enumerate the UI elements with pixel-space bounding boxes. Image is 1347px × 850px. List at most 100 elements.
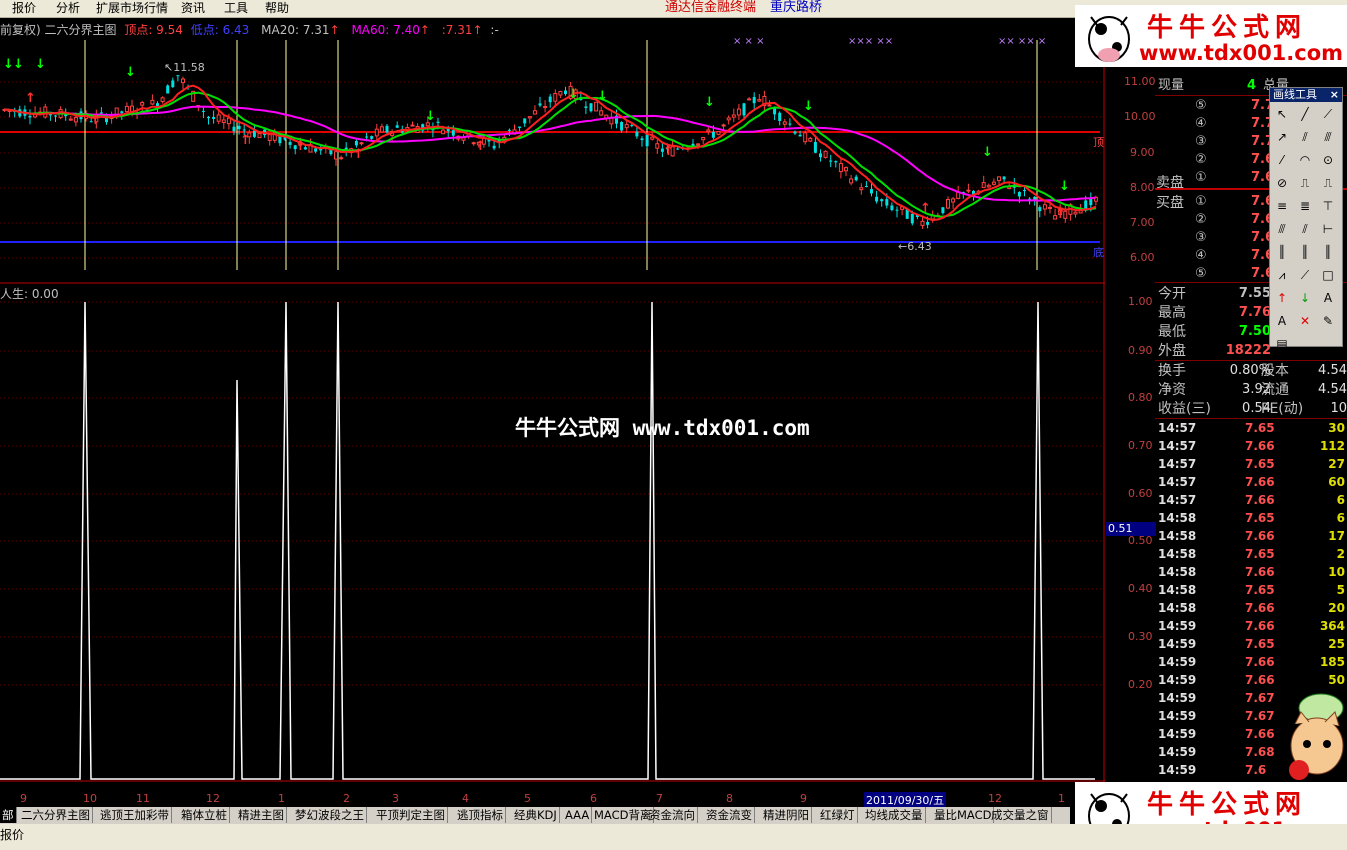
- menu-help[interactable]: 帮助: [265, 1, 289, 15]
- indicator-tab[interactable]: 梦幻波段之王: [293, 807, 367, 823]
- logo-url: www.tdx001.com: [1139, 41, 1344, 65]
- chart-title: 前复权) 二六分界主图: [0, 23, 117, 37]
- indicator-tab[interactable]: 平顶判定主图: [374, 807, 448, 823]
- stat-label: 最高: [1158, 305, 1186, 321]
- trend-tool-icon[interactable]: ⁄: [1274, 152, 1290, 168]
- fib-tool-icon[interactable]: ≡: [1274, 198, 1290, 214]
- note-tool-icon[interactable]: ✎: [1320, 313, 1336, 329]
- circle-tool-icon[interactable]: ⊙: [1320, 152, 1336, 168]
- down-arrow-tool-icon[interactable]: ↓: [1297, 290, 1313, 306]
- indicator-tab[interactable]: 成交量之窗: [989, 807, 1052, 823]
- period-tool-icon[interactable]: ║: [1274, 244, 1290, 260]
- indicator-tabs: 部二六分界主图 逃顶王加彩带 箱体立桩 精进主图 梦幻波段之王 平顶判定主图 逃顶指标 经典K…: [0, 807, 1070, 824]
- candle-body: [736, 108, 741, 116]
- candle-body: [150, 99, 155, 105]
- rect-tool-icon[interactable]: □: [1320, 267, 1336, 283]
- indicator-tab[interactable]: 二六分界主图: [19, 807, 93, 823]
- parallel-tool-icon[interactable]: ⫽: [1297, 129, 1313, 145]
- buy-level-index: ⑤: [1195, 266, 1207, 281]
- angle-tool-icon[interactable]: ⟋: [1297, 267, 1313, 283]
- tick-time: 14:58: [1158, 529, 1197, 543]
- channel-tool-icon[interactable]: ⫻: [1320, 129, 1336, 145]
- gap-tool-icon[interactable]: ⎍: [1297, 175, 1313, 191]
- indicator-tab[interactable]: 箱体立桩: [179, 807, 230, 823]
- list-tool-icon[interactable]: ▤: [1274, 336, 1290, 352]
- candle-body: [721, 124, 726, 127]
- ray-tool-icon[interactable]: ↗: [1274, 129, 1290, 145]
- indicator-tab[interactable]: 精进阴阳: [761, 807, 812, 823]
- menu-quote[interactable]: 报价: [12, 1, 36, 15]
- sell-label: 卖盘: [1156, 175, 1184, 191]
- candle-body: [221, 119, 226, 124]
- indicator-tab[interactable]: 部: [0, 807, 17, 823]
- indicator-tab[interactable]: 资金流向: [647, 807, 698, 823]
- period-c-tool-icon[interactable]: ║: [1320, 244, 1336, 260]
- fib-b-tool-icon[interactable]: ≣: [1297, 198, 1313, 214]
- toolbox-close-button[interactable]: ×: [1330, 88, 1339, 102]
- candle-body: [120, 111, 124, 114]
- indicator-tab[interactable]: 量比MACD: [932, 807, 995, 823]
- candle-body: [379, 126, 384, 133]
- line-tool-icon[interactable]: ╱: [1297, 106, 1313, 122]
- up-arrow-icon: ↑: [663, 144, 674, 159]
- level-tool-icon[interactable]: ⊤: [1320, 198, 1336, 214]
- tick-time: 14:57: [1158, 421, 1197, 435]
- range-tool-icon[interactable]: ⊢: [1320, 221, 1336, 237]
- candle-body: [875, 196, 879, 202]
- text-b-tool-icon[interactable]: A: [1274, 313, 1290, 329]
- gap-a-tool-icon[interactable]: ⎍: [1320, 175, 1336, 191]
- candle-body: [706, 129, 711, 132]
- indicator-tab[interactable]: 精进主图: [236, 807, 287, 823]
- cursor-tool-icon[interactable]: ↖: [1274, 106, 1290, 122]
- ma20-label: MA20: 7.31: [261, 23, 330, 37]
- indicator-tab[interactable]: 红绿灯: [818, 807, 858, 823]
- candle-body: [849, 178, 854, 184]
- up-arrow-icon: ↑: [90, 113, 101, 128]
- delete-tool-icon[interactable]: ✕: [1297, 313, 1313, 329]
- candle-body: [645, 134, 649, 147]
- cursor-value: 0.51: [1106, 522, 1156, 536]
- menu-analysis[interactable]: 分析: [56, 1, 80, 15]
- menu-extended-market[interactable]: 扩展市场行情: [96, 1, 168, 15]
- menu-tools[interactable]: 工具: [224, 1, 248, 15]
- indicator-tab[interactable]: 逃顶指标: [455, 807, 506, 823]
- status-quote-label[interactable]: 报价: [0, 826, 24, 843]
- indicator-tab[interactable]: 经典KDJ: [512, 807, 560, 823]
- up-arrow-icon: ↑: [920, 201, 931, 216]
- indicator-tab[interactable]: 均线成交量: [863, 807, 926, 823]
- candle-body: [461, 137, 466, 141]
- tick-volume: 20: [1328, 601, 1345, 615]
- stat-label: 换手: [1158, 363, 1186, 379]
- period-b-tool-icon[interactable]: ║: [1297, 244, 1313, 260]
- tick-row: 14:57 7.65 30: [1155, 419, 1347, 437]
- candle-body: [951, 198, 956, 203]
- indicator-tab[interactable]: 资金流变: [704, 807, 755, 823]
- candle-body: [910, 213, 914, 224]
- tick-volume: 5: [1336, 583, 1345, 597]
- cycle-tool-icon[interactable]: ⊘: [1274, 175, 1290, 191]
- up-arrow-tool-icon[interactable]: ↑: [1274, 290, 1290, 306]
- speed-tool-icon[interactable]: ⫽: [1297, 221, 1313, 237]
- drawing-toolbox[interactable]: 画线工具 × ↖ ╱ ⟋ ↗ ⫽ ⫻ ⁄ ◠ ⊙ ⊘ ⎍ ⎍ ≡ ≣ ⊤ ⫻ ⫽ ⊢ ║ ║ ║ ⩘ ⟋ □ ↑ ↓ A A ✕ ✎ ▤: [1269, 87, 1343, 351]
- text-tool-icon[interactable]: A: [1320, 290, 1336, 306]
- top-point-label: 顶点: 9.54: [124, 23, 183, 37]
- candle-body: [314, 148, 318, 152]
- fan-tool-icon[interactable]: ⫻: [1274, 221, 1290, 237]
- candle-body: [716, 130, 721, 135]
- indicator-tab[interactable]: 逃顶王加彩带: [98, 807, 172, 823]
- stat-row: 净资 3.92 流通 4.54: [1155, 381, 1347, 399]
- high-mark: ↖11.58: [164, 61, 205, 74]
- candle-body: [212, 116, 216, 119]
- tick-time: 14:59: [1158, 637, 1197, 651]
- candle-body: [267, 134, 272, 141]
- arc-tool-icon[interactable]: ◠: [1297, 152, 1313, 168]
- indicator-tab[interactable]: MACD背离: [592, 807, 655, 823]
- ad-text[interactable]: 通达信金融终端: [665, 1, 756, 15]
- toolbox-title-bar[interactable]: 画线工具 ×: [1270, 88, 1342, 102]
- gann-tool-icon[interactable]: ⩘: [1274, 267, 1290, 283]
- indicator-tab[interactable]: AAA: [563, 807, 593, 823]
- segment-tool-icon[interactable]: ⟋: [1320, 106, 1336, 122]
- k-line-chart[interactable]: ↓ ↓ ↓↓↓↓ ↓ ↓ ↓↓↓↑↑↑ ↑↑↑ ↑↑ ↑ × × × ××× ×× ×× ×× …: [0, 18, 1105, 793]
- menu-info[interactable]: 资讯: [181, 1, 205, 15]
- indicator-tick: 0.70: [1128, 439, 1153, 452]
